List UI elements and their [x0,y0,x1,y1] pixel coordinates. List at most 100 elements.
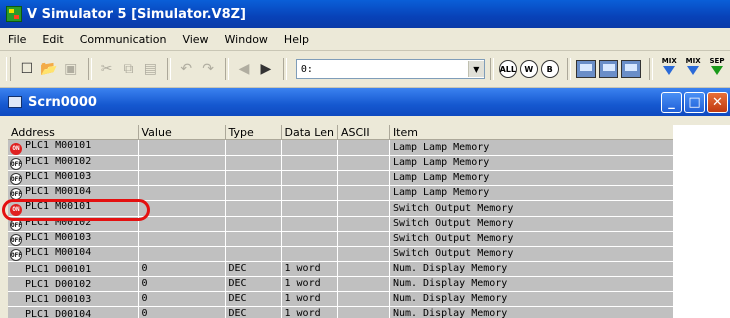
display-icon[interactable] [621,60,642,78]
status-placeholder[interactable] [10,277,22,289]
cell-address[interactable]: OFF PLC1 M00104 [8,185,139,201]
cell-ascii[interactable] [337,155,390,171]
cell-data-len[interactable] [281,231,338,247]
column-header-type[interactable]: Type [225,125,282,140]
cell-address[interactable]: OFF PLC1 M00104 [8,246,139,262]
cell-item[interactable]: Switch Output Memory [389,216,674,232]
cell-item[interactable]: Num. Display Memory [389,291,674,307]
cell-value[interactable] [138,200,226,217]
cell-value[interactable]: 0 [138,261,226,277]
cell-type[interactable]: DEC [225,306,282,318]
status-off-icon[interactable]: OFF [10,249,22,261]
address-combo[interactable]: 0: ▼ [295,59,485,79]
cell-item[interactable]: Num. Display Memory [389,306,674,318]
cell-ascii[interactable] [337,231,390,247]
cell-value[interactable]: 0 [138,276,226,292]
cell-ascii[interactable] [337,246,390,262]
cell-data-len[interactable]: 1 word [281,291,338,307]
cell-type[interactable] [225,170,282,186]
cell-address[interactable]: OFF PLC1 M00103 [8,231,139,247]
cell-address[interactable]: OFF PLC1 M00102 [8,155,139,171]
cell-data-len[interactable] [281,185,338,201]
new-file-icon[interactable]: ☐ [17,58,37,80]
cell-data-len[interactable] [281,155,338,171]
cell-type[interactable] [225,246,282,262]
menu-window[interactable]: Window [217,33,276,46]
menu-view[interactable]: View [174,33,216,46]
cell-type[interactable] [225,185,282,201]
status-on-icon[interactable]: ON [10,204,22,216]
cell-item[interactable]: Lamp Lamp Memory [389,139,674,156]
cell-item[interactable]: Lamp Lamp Memory [389,155,674,171]
cell-value[interactable]: 0 [138,306,226,318]
paste-icon[interactable]: ▤ [140,58,160,80]
cell-item[interactable]: Num. Display Memory [389,276,674,292]
menu-help[interactable]: Help [276,33,317,46]
save-icon[interactable]: ▣ [61,58,81,80]
cell-data-len[interactable]: 1 word [281,276,338,292]
monitor-icon[interactable] [575,60,596,78]
column-header-item[interactable]: Item [389,125,674,140]
table-row[interactable]: PLC1 D00103 0 DEC 1 word Num. Display Memory [8,291,674,307]
open-folder-icon[interactable]: 📂 [39,58,59,80]
all-button[interactable]: ALL [498,60,517,78]
cell-value[interactable] [138,216,226,232]
table-row[interactable]: OFF PLC1 M00102 Lamp Lamp Memory [8,155,674,171]
minimize-icon[interactable]: _ [661,92,682,113]
cell-item[interactable]: Switch Output Memory [389,231,674,247]
menu-communication[interactable]: Communication [72,33,175,46]
cell-value[interactable] [138,231,226,247]
cell-type[interactable] [225,231,282,247]
cell-data-len[interactable] [281,216,338,232]
close-icon[interactable]: ✕ [707,92,728,113]
cell-type[interactable] [225,216,282,232]
cell-ascii[interactable] [337,291,390,307]
status-placeholder[interactable] [10,262,22,274]
table-row[interactable]: OFF PLC1 M00103 Switch Output Memory [8,231,674,247]
cut-icon[interactable]: ✂ [97,58,117,80]
cell-address[interactable]: PLC1 D00102 [8,276,139,292]
menu-edit[interactable]: Edit [34,33,71,46]
previous-icon[interactable]: ◀ [234,58,254,80]
screen-icon[interactable] [598,60,619,78]
table-row[interactable]: ON PLC1 M00101 Switch Output Memory [8,200,674,217]
cell-type[interactable]: DEC [225,276,282,292]
status-on-icon[interactable]: ON [10,143,22,155]
cell-item[interactable]: Lamp Lamp Memory [389,170,674,186]
cell-value[interactable] [138,246,226,262]
cell-ascii[interactable] [337,200,390,217]
status-off-icon[interactable]: OFF [10,158,22,170]
toolbar-grip[interactable] [6,57,11,81]
cell-ascii[interactable] [337,261,390,277]
cell-address[interactable]: OFF PLC1 M00103 [8,170,139,186]
mix-down-button[interactable]: MIX [658,57,680,81]
table-row[interactable]: OFF PLC1 M00102 Switch Output Memory [8,216,674,232]
status-placeholder[interactable] [10,292,22,304]
screen-window-title-bar[interactable]: Scrn0000 _ □ ✕ [0,88,730,116]
cell-address[interactable]: ON PLC1 M00101 [8,200,139,217]
table-row[interactable]: PLC1 D00101 0 DEC 1 word Num. Display Memory [8,261,674,277]
cell-type[interactable] [225,155,282,171]
status-off-icon[interactable]: OFF [10,188,22,200]
maximize-icon[interactable]: □ [684,92,705,113]
cell-ascii[interactable] [337,216,390,232]
cell-data-len[interactable] [281,200,338,217]
table-row[interactable]: PLC1 D00102 0 DEC 1 word Num. Display Memory [8,276,674,292]
table-row[interactable]: PLC1 D00104 0 DEC 1 word Num. Display Memory [8,306,674,318]
status-off-icon[interactable]: OFF [10,219,22,231]
table-row[interactable]: OFF PLC1 M00103 Lamp Lamp Memory [8,170,674,186]
cell-value[interactable] [138,139,226,156]
sep-button[interactable]: SEP [706,57,728,81]
cell-value[interactable] [138,170,226,186]
column-header-ascii[interactable]: ASCII [337,125,390,140]
cell-value[interactable] [138,155,226,171]
menu-file[interactable]: File [0,33,34,46]
cell-ascii[interactable] [337,170,390,186]
cell-address[interactable]: OFF PLC1 M00102 [8,216,139,232]
next-icon[interactable]: ▶ [256,58,276,80]
cell-address[interactable]: PLC1 D00104 [8,306,139,318]
undo-icon[interactable]: ↶ [176,58,196,80]
cell-address[interactable]: PLC1 D00103 [8,291,139,307]
column-header-value[interactable]: Value [138,125,226,140]
chevron-down-icon[interactable]: ▼ [467,61,484,77]
